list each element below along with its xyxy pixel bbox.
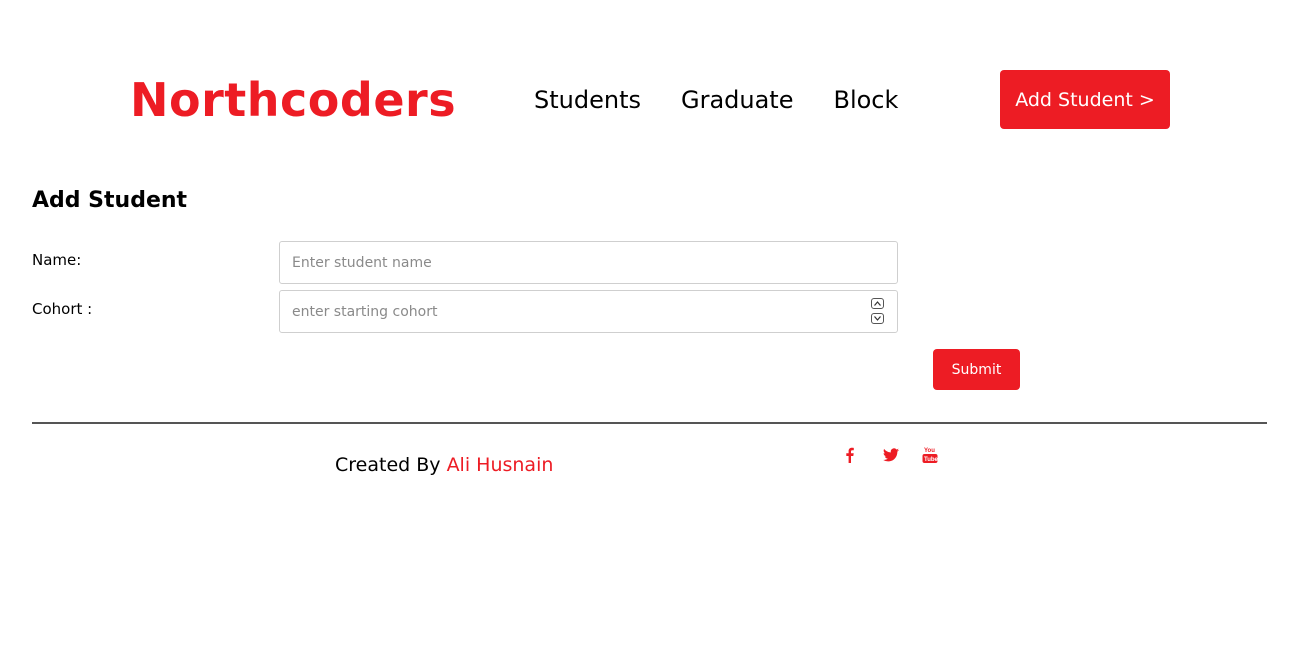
cohort-input[interactable] [279, 290, 898, 333]
svg-text:Tube: Tube [924, 457, 938, 463]
nav-students[interactable]: Students [534, 84, 641, 116]
nav-block[interactable]: Block [833, 84, 898, 116]
stepper-down-icon[interactable] [871, 313, 884, 324]
footer-credit: Created By Ali Husnain [335, 452, 553, 478]
cohort-label: Cohort : [32, 300, 93, 318]
svg-text:You: You [924, 448, 935, 454]
main-nav: Students Graduate Block [534, 84, 898, 116]
page: Northcoders Students Graduate Block Add … [0, 0, 1299, 662]
author-link[interactable]: Ali Husnain [447, 454, 554, 476]
name-input[interactable] [279, 241, 898, 284]
logo[interactable]: Northcoders [130, 72, 456, 128]
facebook-icon[interactable] [840, 446, 858, 464]
created-by-text: Created By [335, 454, 447, 476]
cohort-stepper [871, 298, 884, 324]
twitter-icon[interactable] [882, 446, 900, 464]
nav-graduate[interactable]: Graduate [681, 84, 794, 116]
add-student-button[interactable]: Add Student > [1000, 70, 1170, 129]
name-label: Name: [32, 251, 82, 269]
youtube-icon[interactable]: You Tube [921, 446, 939, 464]
stepper-up-icon[interactable] [871, 298, 884, 309]
form-title: Add Student [32, 188, 188, 213]
footer-divider [32, 422, 1267, 424]
submit-button[interactable]: Submit [933, 349, 1020, 390]
